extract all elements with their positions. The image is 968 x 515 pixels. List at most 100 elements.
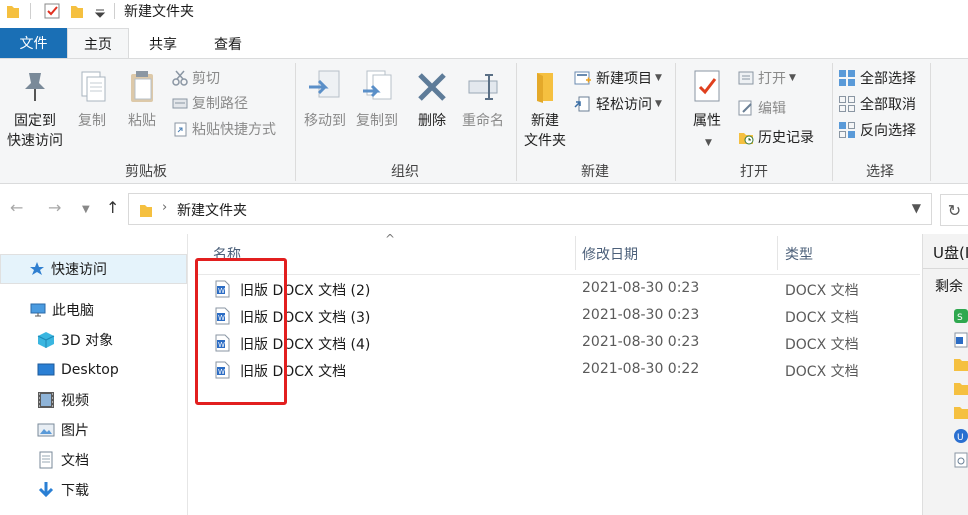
paste-icon [131, 71, 153, 102]
file-modified: 2021-08-30 0:22 [582, 361, 700, 377]
properties-icon [694, 70, 720, 102]
select-all-button[interactable]: 全部选择 [838, 67, 916, 89]
sidebar-item-label: 此电脑 [52, 303, 94, 319]
select-none-button[interactable]: 全部取消 [838, 93, 916, 115]
file-type: DOCX 文档 [785, 310, 859, 326]
copy-button[interactable]: 复制 [70, 69, 114, 131]
sidebar-item-documents[interactable]: 文档 [0, 445, 187, 475]
delete-button[interactable]: 删除 [410, 69, 454, 131]
sidebar-item-videos[interactable]: 视频 [0, 385, 187, 415]
recent-locations-chevron-icon[interactable]: ▼ [82, 204, 90, 215]
tab-file[interactable]: 文件 [0, 28, 67, 58]
drive-free-space-label: 剩余 [935, 279, 963, 295]
divider [114, 3, 115, 19]
desktop-icon [37, 363, 55, 376]
edit-button[interactable]: 编辑 [738, 97, 786, 119]
svg-text:U: U [957, 433, 964, 443]
customize-toolbar-icon[interactable] [94, 3, 106, 19]
file-row[interactable]: W 旧版 DOCX 文档 (2) 2021-08-30 0:23 DOCX 文档 [196, 276, 920, 303]
sidebar-item-label: 快速访问 [51, 262, 107, 278]
word-document-icon [954, 332, 968, 348]
pin-label-line2: 快速访问 [7, 133, 63, 149]
pin-quick-access-button[interactable]: 固定到 快速访问 [4, 69, 66, 151]
properties-button[interactable]: 属性 ▼ [680, 69, 734, 153]
sidebar-item-downloads[interactable]: 下载 [0, 475, 187, 505]
organize-group-label: 组织 [391, 164, 419, 180]
copy-to-icon [363, 70, 392, 100]
sidebar-item-desktop[interactable]: Desktop [0, 355, 187, 385]
new-folder-quick-icon[interactable] [70, 3, 84, 19]
tab-view[interactable]: 查看 [197, 28, 259, 59]
divider [930, 63, 931, 181]
paste-label: 粘贴 [128, 113, 156, 129]
move-to-button[interactable]: 移动到 [300, 69, 350, 131]
navigation-bar: ← → ▼ ↑ › 新建文件夹 ▼ ↻ [0, 192, 968, 226]
pin-label-line1: 固定到 [14, 113, 56, 129]
sidebar-item-this-pc[interactable]: 此电脑 [0, 295, 187, 325]
computer-icon [30, 303, 46, 317]
folder-icon [140, 205, 152, 217]
paste-shortcut-icon [174, 122, 187, 137]
file-type: DOCX 文档 [785, 283, 859, 299]
address-dropdown-chevron-icon[interactable]: ▼ [912, 201, 921, 215]
file-list: ^ 名称 修改日期 类型 W 旧版 DOCX 文档 (2) 2021-08-30… [196, 232, 920, 515]
column-resize-handle[interactable] [777, 236, 778, 270]
tab-home[interactable]: 主页 [67, 28, 129, 59]
file-row[interactable]: W 旧版 DOCX 文档 2021-08-30 0:22 DOCX 文档 [196, 357, 920, 384]
column-header-modified[interactable]: 修改日期 [582, 244, 638, 264]
file-row[interactable]: W 旧版 DOCX 文档 (3) 2021-08-30 0:23 DOCX 文档 [196, 303, 920, 330]
chevron-down-icon: ▼ [789, 73, 796, 83]
copy-path-button[interactable]: 复制路径 [172, 92, 248, 114]
tab-share[interactable]: 共享 [132, 28, 194, 59]
address-path[interactable]: 新建文件夹 [177, 200, 247, 220]
copy-to-button[interactable]: 复制到 [352, 69, 402, 131]
breadcrumb-chevron-icon[interactable]: › [162, 200, 167, 215]
paste-shortcut-label: 粘贴快捷方式 [192, 122, 276, 138]
cut-button[interactable]: 剪切 [172, 67, 220, 89]
pictures-icon [37, 423, 55, 437]
select-group-label: 选择 [866, 164, 894, 180]
open-button[interactable]: 打开 ▼ [738, 67, 796, 89]
move-to-label: 移动到 [304, 113, 346, 129]
forward-arrow-icon[interactable]: → [48, 198, 61, 217]
select-none-label: 全部取消 [860, 97, 916, 113]
download-icon [38, 482, 54, 498]
history-button[interactable]: 历史记录 [738, 126, 814, 148]
easy-access-button[interactable]: 轻松访问 ▼ [574, 93, 662, 115]
new-item-icon [574, 71, 591, 85]
invert-selection-button[interactable]: 反向选择 [838, 119, 916, 141]
back-arrow-icon[interactable]: ← [10, 198, 23, 217]
pin-icon [25, 73, 45, 101]
settings-file-icon [954, 452, 968, 468]
sidebar-item-label: 图片 [61, 423, 89, 439]
refresh-icon[interactable]: ↻ [940, 194, 968, 226]
column-header-type[interactable]: 类型 [785, 244, 813, 264]
sidebar-item-pictures[interactable]: 图片 [0, 415, 187, 445]
sidebar-item-quick-access[interactable]: 快速访问 [0, 254, 187, 284]
new-item-button[interactable]: 新建项目 ▼ [574, 67, 662, 89]
properties-quick-icon[interactable] [44, 3, 60, 19]
new-folder-label-line1: 新建 [531, 113, 559, 129]
folder-icon [7, 6, 19, 18]
chevron-down-icon: ▼ [705, 138, 712, 148]
title-bar: 新建文件夹 [0, 0, 968, 22]
column-resize-handle[interactable] [575, 236, 576, 270]
new-folder-button[interactable]: 新建 文件夹 [519, 69, 571, 151]
paste-button[interactable]: 粘贴 [120, 69, 164, 131]
easy-access-label: 轻松访问 [596, 97, 652, 113]
copy-to-label: 复制到 [356, 113, 398, 129]
sidebar-item-3d-objects[interactable]: 3D 对象 [0, 325, 187, 355]
sort-ascending-icon: ^ [385, 232, 396, 246]
rename-button[interactable]: 重命名 [456, 69, 510, 131]
window-title: 新建文件夹 [124, 4, 194, 20]
address-bar[interactable]: › 新建文件夹 ▼ [128, 193, 932, 225]
up-arrow-icon[interactable]: ↑ [106, 198, 119, 217]
invert-selection-label: 反向选择 [860, 123, 916, 139]
edit-label: 编辑 [758, 101, 786, 117]
file-row[interactable]: W 旧版 DOCX 文档 (4) 2021-08-30 0:23 DOCX 文档 [196, 330, 920, 357]
select-all-label: 全部选择 [860, 71, 916, 87]
file-modified: 2021-08-30 0:23 [582, 280, 700, 296]
paste-shortcut-button[interactable]: 粘贴快捷方式 [172, 118, 276, 140]
ribbon: 固定到 快速访问 复制 粘贴 剪切 复制路径 粘贴快捷方式 剪贴板 移动到 复制… [0, 58, 968, 184]
cut-label: 剪切 [192, 71, 220, 87]
